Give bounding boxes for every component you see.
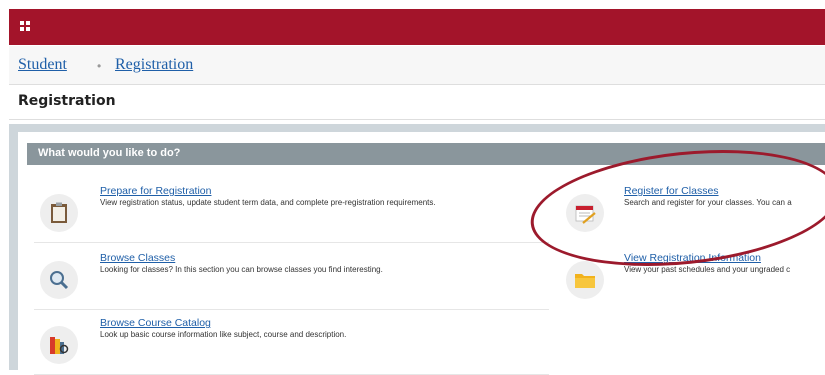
breadcrumb: Student • Registration	[9, 46, 825, 85]
page-title: Registration	[18, 93, 116, 109]
app-grid-icon[interactable]	[20, 21, 30, 31]
page-title-bar: Registration	[9, 85, 825, 120]
magnifier-icon	[40, 261, 78, 299]
view-registration-information-description: View your past schedules and your ungrad…	[624, 265, 791, 274]
browse-classes-description: Looking for classes? In this section you…	[100, 265, 383, 274]
browse-course-catalog-link[interactable]: Browse Course Catalog	[100, 317, 211, 329]
tile-prepare-for-registration[interactable]: Prepare for Registration View registrati…	[34, 184, 549, 243]
browse-course-catalog-description: Look up basic course information like su…	[100, 330, 347, 339]
prepare-for-registration-description: View registration status, update student…	[100, 198, 436, 207]
folder-icon	[566, 261, 604, 299]
breadcrumb-registration-link[interactable]: Registration	[115, 56, 193, 74]
prepare-for-registration-link[interactable]: Prepare for Registration	[100, 185, 211, 197]
tile-browse-classes[interactable]: Browse Classes Looking for classes? In t…	[34, 251, 549, 310]
clipboard-icon	[40, 194, 78, 232]
browse-classes-link[interactable]: Browse Classes	[100, 252, 175, 264]
top-bar	[9, 9, 825, 45]
books-icon	[40, 326, 78, 364]
panel-heading: What would you like to do?	[38, 147, 181, 159]
breadcrumb-separator: •	[97, 59, 102, 73]
tile-browse-course-catalog[interactable]: Browse Course Catalog Look up basic cour…	[34, 316, 549, 375]
breadcrumb-student-link[interactable]: Student	[18, 56, 67, 74]
